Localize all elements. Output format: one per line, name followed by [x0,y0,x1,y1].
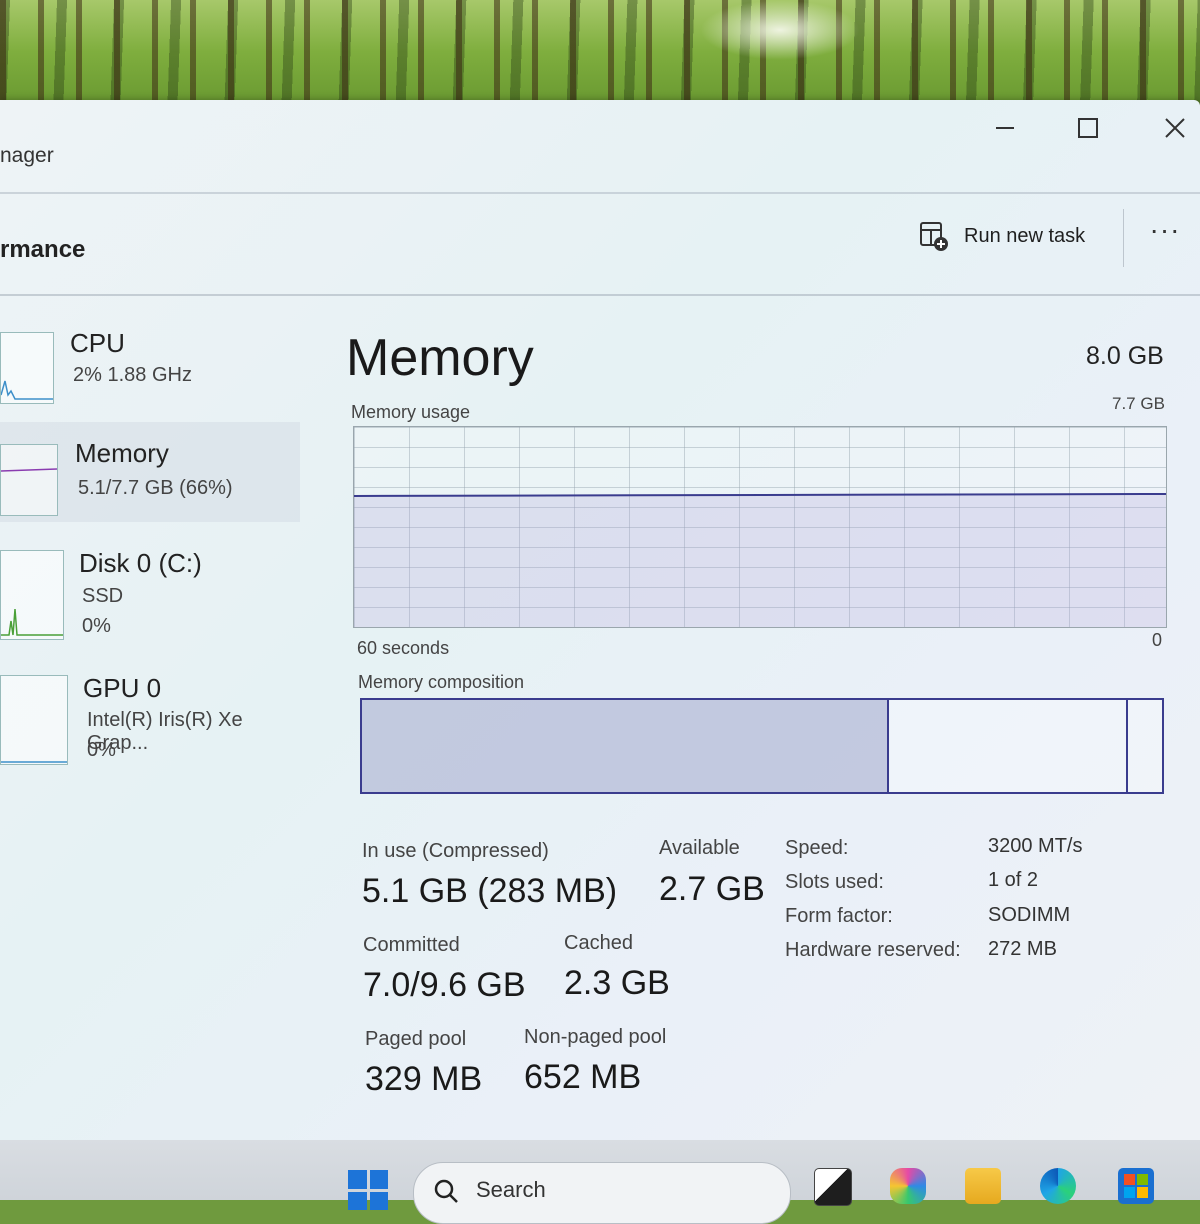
window-title: nager [0,144,54,167]
title-bar: nager [0,100,1200,192]
close-icon [1165,118,1185,138]
paged-pool-label: Paged pool [365,1028,467,1050]
sidebar-item-memory[interactable]: Memory 5.1/7.7 GB (66%) [0,422,300,522]
available-value: 2.7 GB [659,870,765,908]
run-task-label: Run new task [964,224,1086,247]
close-button[interactable] [1145,108,1200,148]
cached-value: 2.3 GB [564,964,670,1002]
available-label: Available [659,837,740,859]
task-manager-window: nager rmance Run new task ··· CPU 2% 1.8… [0,100,1200,1140]
minimize-icon [996,127,1014,129]
sidebar-item-disk[interactable]: Disk 0 (C:) SSD 0% [0,540,300,650]
in-use-value: 5.1 GB (283 MB) [362,872,618,910]
slots-label: Slots used: [785,871,884,893]
more-options-button[interactable]: ··· [1140,216,1190,252]
speed-value: 3200 MT/s [988,835,1083,857]
sidebar-item-usage: 0% [82,615,111,637]
cached-label: Cached [564,932,633,954]
speed-label: Speed: [785,837,849,859]
sidebar-item-name: Memory [75,438,169,468]
maximize-icon [1078,118,1098,138]
hardware-reserved-value: 272 MB [988,938,1057,960]
in-use-label: In use (Compressed) [362,840,549,862]
committed-value: 7.0/9.6 GB [363,966,526,1004]
windows-start-icon[interactable] [348,1170,388,1210]
cpu-thumbnail [0,332,54,404]
sidebar-item-detail: Intel(R) Iris(R) Xe Grap... [87,709,243,754]
memory-composition-bar [360,698,1164,794]
composition-label: Memory composition [358,672,525,692]
usage-graph-max: 7.7 GB [1112,394,1165,413]
page-title: rmance [0,236,86,263]
sidebar-item-detail: SSD [82,585,124,607]
sidebar-item-name: GPU 0 [83,673,162,703]
non-paged-pool-value: 652 MB [524,1058,642,1096]
search-placeholder: Search [476,1177,546,1202]
composition-modified [1126,700,1128,792]
memory-usage-graph [353,426,1167,628]
sidebar-item-name: CPU [70,328,125,358]
gpu-thumbnail [0,675,68,765]
header-divider [1123,209,1124,267]
task-view-icon[interactable] [814,1168,852,1206]
form-factor-value: SODIMM [988,904,1071,926]
paged-pool-value: 329 MB [365,1060,483,1098]
maximize-button[interactable] [1058,108,1118,148]
run-new-task-button[interactable]: Run new task [918,220,1085,252]
graph-time-span: 60 seconds [357,638,450,658]
taskbar-search-box[interactable]: Search [413,1162,791,1224]
total-memory: 8.0 GB [1086,342,1164,370]
copilot-icon[interactable] [890,1168,926,1204]
edge-icon[interactable] [1040,1168,1076,1204]
sidebar-item-usage: 0% [87,739,116,761]
usage-area [354,495,1166,627]
main-title: Memory [346,329,534,387]
composition-in-use [362,700,889,792]
taskbar: Search [0,1140,1200,1224]
memory-thumbnail [0,444,58,516]
sidebar-item-detail: 2% 1.88 GHz [73,364,192,386]
disk-thumbnail [0,550,64,640]
sidebar-item-cpu[interactable]: CPU 2% 1.88 GHz [0,322,300,414]
sidebar-item-name: Disk 0 (C:) [79,548,202,578]
hardware-reserved-label: Hardware reserved: [785,939,961,961]
search-icon [434,1179,458,1203]
page-header: rmance Run new task ··· [0,192,1200,296]
minimize-button[interactable] [975,108,1035,148]
file-explorer-icon[interactable] [965,1168,1001,1204]
slots-value: 1 of 2 [988,869,1039,891]
graph-min-value: 0 [1152,630,1163,650]
run-task-icon [920,222,948,251]
form-factor-label: Form factor: [785,905,893,927]
non-paged-pool-label: Non-paged pool [524,1026,667,1048]
sidebar-item-detail: 5.1/7.7 GB (66%) [78,477,233,499]
store-icon[interactable] [1118,1168,1154,1204]
sidebar-item-gpu[interactable]: GPU 0 Intel(R) Iris(R) Xe Grap... 0% [0,665,300,775]
committed-label: Committed [363,934,460,956]
usage-graph-label: Memory usage [351,402,471,422]
